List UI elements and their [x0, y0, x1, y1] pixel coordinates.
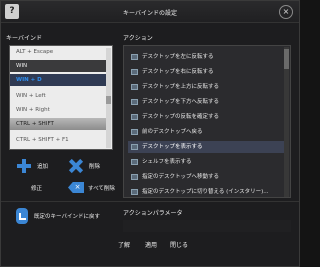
action-params-header: アクションパラメータ — [123, 210, 183, 217]
desktop-icon — [131, 159, 138, 165]
action-label: シェルフを表示する — [142, 159, 192, 165]
action-label: デスクトップを上方に反転する — [142, 84, 220, 90]
action-row[interactable]: デスクトップを上方に反転する — [128, 81, 284, 93]
keybinding-header: キーバインド — [6, 35, 42, 42]
action-label: デスクトップを右に反転する — [142, 69, 214, 75]
close-icon[interactable]: × — [279, 5, 293, 19]
action-row[interactable]: デスクトップの反転を確定する — [128, 111, 284, 123]
title-bar: ? キーバインドの設定 × — [1, 1, 299, 23]
close-button[interactable]: 閉じる — [170, 240, 188, 249]
keybinding-label: ALT + Escape — [16, 49, 54, 55]
apply-button[interactable]: 適用 — [145, 240, 157, 249]
keybinding-label: WIN + D — [16, 77, 42, 83]
keybinding-label: WIN + Right — [16, 107, 50, 113]
keybinding-label: WIN — [16, 63, 28, 69]
action-label: デスクトップを表示する — [142, 144, 203, 150]
restore-icon — [16, 208, 28, 224]
action-label: 前のデスクトップへ戻る — [142, 129, 203, 135]
action-label: 指定のデスクトップに切り替える (インスタリー)... — [142, 189, 269, 195]
action-header: アクション — [123, 35, 153, 42]
desktop-icon — [131, 174, 138, 180]
plus-icon — [17, 159, 31, 173]
action-scrollbar[interactable] — [284, 47, 289, 197]
scrollbar-thumb[interactable] — [284, 49, 289, 69]
ok-button[interactable]: 了解 — [118, 240, 130, 249]
divider — [1, 201, 299, 202]
keybinding-list[interactable]: ALT + Escape WIN WIN + D WIN + Left WIN … — [9, 45, 113, 150]
action-row[interactable]: デスクトップを表示する — [128, 141, 284, 153]
action-row[interactable]: デスクトップを右に反転する — [128, 66, 284, 78]
desktop-icon — [131, 69, 138, 75]
window-title: キーバインドの設定 — [123, 10, 177, 17]
action-row[interactable]: 前のデスクトップへ戻る — [128, 126, 284, 138]
desktop-icon — [131, 54, 138, 60]
keybinding-row[interactable]: WIN + Right — [10, 104, 106, 116]
action-label: デスクトップを下方へ反転する — [142, 99, 220, 105]
action-params-field[interactable] — [123, 220, 291, 232]
keybinding-row[interactable]: WIN + D — [10, 74, 106, 86]
action-label: 指定のデスクトップへ移動する — [142, 174, 220, 180]
desktop-icon — [131, 189, 138, 195]
restore-defaults-button[interactable]: 既定のキーバインドに戻す — [16, 208, 100, 224]
keybinding-label: WIN + Left — [16, 93, 46, 99]
action-label: デスクトップの反転を確定する — [142, 114, 220, 120]
clear-all-label: すべて削除 — [88, 185, 115, 192]
action-row[interactable]: 指定のデスクトップへ移動する — [128, 171, 284, 183]
keybinding-scrollbar[interactable] — [106, 48, 111, 148]
delete-button[interactable]: 削除 — [69, 159, 100, 173]
desktop-icon — [131, 84, 138, 90]
action-row[interactable]: デスクトップを下方へ反転する — [128, 96, 284, 108]
x-icon — [69, 159, 83, 173]
keybinding-row[interactable]: CTRL + SHIFT — [10, 118, 106, 130]
backspace-icon: × — [68, 182, 84, 193]
desktop-icon — [131, 99, 138, 105]
add-button[interactable]: 追加 — [17, 159, 48, 173]
action-list[interactable]: デスクトップを左に反転する デスクトップを右に反転する デスクトップを上方に反転… — [123, 45, 291, 198]
edit-label: 修正 — [31, 186, 43, 192]
scrollbar-thumb[interactable] — [106, 96, 111, 104]
desktop-icon — [131, 114, 138, 120]
edit-button[interactable]: 修正 — [31, 184, 42, 192]
delete-label: 削除 — [89, 164, 101, 170]
action-row[interactable]: デスクトップを左に反転する — [128, 51, 284, 63]
desktop-icon — [131, 144, 138, 150]
add-label: 追加 — [37, 164, 49, 170]
keybinding-row[interactable]: CTRL + SHIFT + F1 — [10, 134, 106, 146]
clear-all-button[interactable]: × すべて削除 — [68, 182, 115, 193]
action-row[interactable]: 指定のデスクトップに切り替える (インスタリー)... — [128, 186, 284, 197]
keybinding-settings-dialog: ? キーバインドの設定 × キーバインド アクション ALT + Escape … — [0, 0, 300, 267]
keybinding-label: CTRL + SHIFT — [16, 121, 54, 127]
action-row[interactable]: シェルフを表示する — [128, 156, 284, 168]
keybinding-label: CTRL + SHIFT + F1 — [16, 137, 69, 143]
restore-label: 既定のキーバインドに戻す — [34, 214, 100, 220]
keybinding-row[interactable]: WIN + Left — [10, 90, 106, 102]
desktop-icon — [131, 129, 138, 135]
keybinding-row[interactable]: WIN — [10, 60, 106, 72]
action-label: デスクトップを左に反転する — [142, 54, 214, 60]
keybinding-row[interactable]: ALT + Escape — [10, 46, 106, 58]
